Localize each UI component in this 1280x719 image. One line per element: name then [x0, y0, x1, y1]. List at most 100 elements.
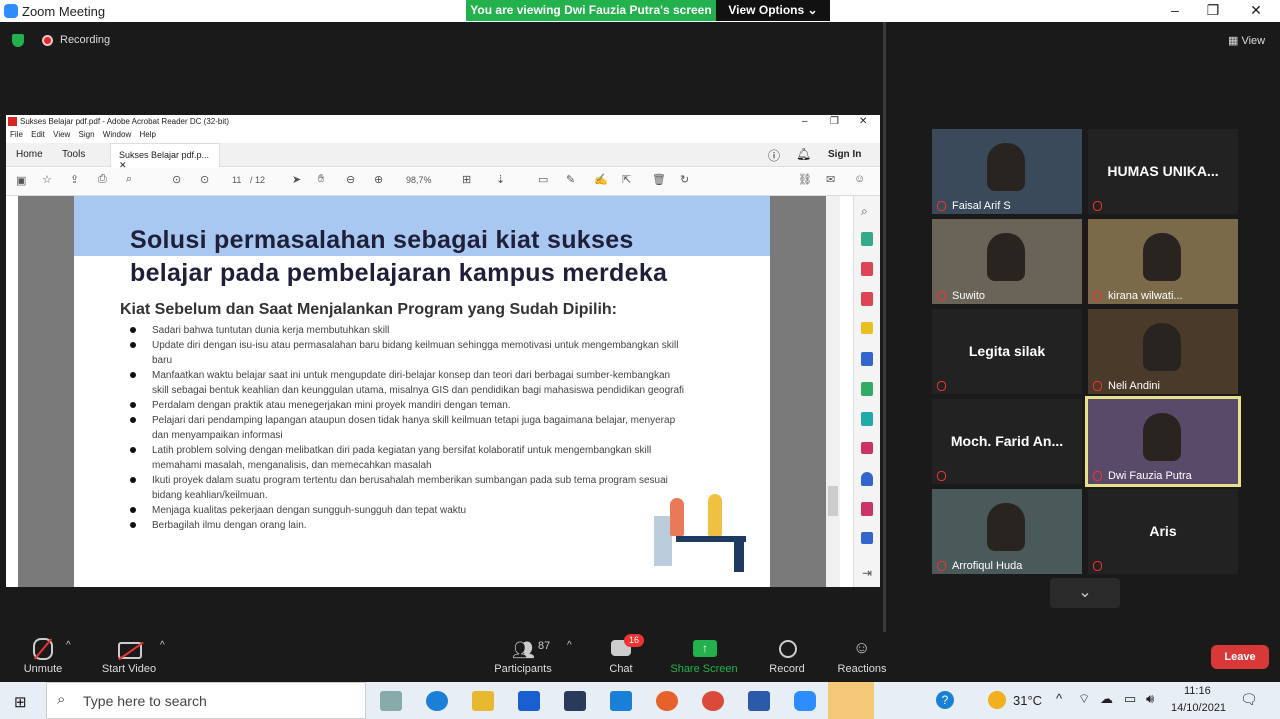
participants-label[interactable]: Participants	[478, 663, 568, 675]
word-icon[interactable]	[748, 691, 770, 711]
participant-tile[interactable]: Faisal Arif S	[932, 129, 1082, 214]
share-screen-icon[interactable]: ↑	[693, 640, 717, 657]
leave-button[interactable]: Leave	[1211, 645, 1269, 669]
file-explorer-icon[interactable]	[472, 691, 494, 711]
participant-tile[interactable]: Arrofiqul Huda	[932, 489, 1082, 574]
scroll-thumb[interactable]	[828, 486, 838, 516]
participant-tile[interactable]: HUMAS UNIKA...	[1088, 129, 1238, 214]
audio-options-chevron[interactable]: ^	[66, 640, 71, 651]
gallery-view-button[interactable]: ▦ View	[1228, 34, 1265, 47]
sign-in-button[interactable]: Sign In	[828, 149, 861, 160]
page-number-input[interactable]: 11	[232, 175, 241, 185]
fit-page-icon[interactable]: ⊞	[462, 173, 471, 186]
firefox-icon[interactable]	[656, 691, 678, 711]
organize-icon[interactable]	[861, 382, 873, 396]
protect-icon[interactable]	[861, 472, 873, 486]
active-app-icon[interactable]	[828, 682, 874, 719]
comment-icon[interactable]: ▭	[538, 173, 548, 186]
pen-icon[interactable]: ✎	[566, 173, 575, 186]
wifi-icon[interactable]: ⌔	[1078, 691, 1090, 707]
close-button[interactable]: ✕	[1246, 2, 1266, 19]
edit-pdf-icon[interactable]	[861, 292, 873, 306]
account-icon[interactable]: ☺	[854, 173, 865, 185]
participant-tile[interactable]: Neli Andini	[1088, 309, 1238, 394]
acrobat-close-button[interactable]: ✕	[859, 116, 867, 127]
sublime-icon[interactable]	[564, 691, 586, 711]
scroll-mode-icon[interactable]: ⇣	[496, 173, 505, 186]
unmute-label[interactable]: Unmute	[0, 663, 88, 675]
share-screen-label[interactable]: Share Screen	[659, 663, 749, 675]
zoom-in-icon[interactable]: ⊕	[374, 173, 383, 186]
share-icon[interactable]: ⇱	[622, 173, 631, 186]
page-down-icon[interactable]: ⊙	[200, 173, 209, 186]
gallery-next-page-button[interactable]: ⌄	[1050, 578, 1120, 608]
acrobat-menu[interactable]: File Edit View Sign Window Help	[10, 130, 156, 139]
scan-icon[interactable]	[861, 412, 873, 426]
volume-icon[interactable]: 🔊︎	[1146, 691, 1154, 707]
windows-start-icon[interactable]: ⊞	[14, 693, 27, 711]
task-view-icon[interactable]	[380, 691, 402, 711]
pdf-scrollbar[interactable]	[826, 196, 840, 587]
video-options-chevron[interactable]: ^	[160, 640, 165, 651]
help-tray-icon[interactable]: ?	[936, 691, 954, 709]
upload-icon[interactable]: ⇪	[70, 173, 79, 186]
send-sign-icon[interactable]	[861, 532, 873, 544]
acrobat-minimize-button[interactable]: –	[802, 116, 808, 127]
tab-document[interactable]: Sukses Belajar pdf.p... ✕	[110, 143, 220, 170]
tab-home[interactable]: Home	[16, 149, 43, 160]
reactions-label[interactable]: Reactions	[817, 663, 907, 675]
record-icon[interactable]	[779, 640, 797, 658]
mail-icon[interactable]	[610, 691, 632, 711]
zoom-taskbar-icon[interactable]	[794, 691, 816, 711]
participant-tile[interactable]: Suwito	[932, 219, 1082, 304]
chat-label[interactable]: Chat	[576, 663, 666, 675]
start-video-label[interactable]: Start Video	[84, 663, 174, 675]
tab-tools[interactable]: Tools	[62, 149, 85, 160]
link-icon[interactable]: ⛓︎	[798, 173, 812, 186]
cloud-icon[interactable]: ☁	[1100, 691, 1113, 707]
reactions-icon[interactable]: ☺	[853, 638, 870, 658]
clock-date[interactable]: 14/10/2021	[1171, 702, 1226, 714]
dropbox-icon[interactable]	[518, 691, 540, 711]
acrobat-maximize-button[interactable]: ❐	[830, 116, 839, 127]
fill-sign-icon[interactable]	[861, 442, 873, 454]
combine-icon[interactable]	[861, 352, 873, 366]
hand-icon[interactable]: ✋︎	[318, 173, 324, 186]
clock-time[interactable]: 11:16	[1184, 685, 1211, 697]
participant-tile[interactable]: Moch. Farid An...	[932, 399, 1082, 484]
participants-icon[interactable]: 👥︎	[512, 640, 535, 661]
participant-tile[interactable]: Dwi Fauzia Putra	[1085, 396, 1241, 487]
expand-panel-icon[interactable]: ⇥	[862, 566, 872, 580]
select-cursor-icon[interactable]: ➤	[292, 173, 301, 186]
bell-icon[interactable]: 🔔︎	[796, 147, 811, 161]
view-options-button[interactable]: View Options ⌄	[716, 0, 830, 21]
minimize-button[interactable]: –	[1165, 2, 1185, 18]
rotate-icon[interactable]: ↻	[680, 173, 689, 186]
comment-tool-icon[interactable]	[861, 322, 873, 334]
email-icon[interactable]: ✉	[826, 173, 835, 186]
panel-divider[interactable]	[883, 22, 886, 632]
print-icon[interactable]: ⎙	[98, 173, 107, 186]
edge-icon[interactable]	[426, 691, 448, 711]
battery-icon[interactable]: ▭	[1124, 691, 1136, 707]
security-shield-icon[interactable]	[12, 34, 24, 47]
star-icon[interactable]: ☆	[42, 173, 52, 186]
participant-tile[interactable]: kirana wilwati...	[1088, 219, 1238, 304]
create-pdf-icon[interactable]	[861, 262, 873, 276]
chrome-icon[interactable]	[702, 691, 724, 711]
trash-icon[interactable]: 🗑︎	[652, 173, 666, 186]
find-icon[interactable]: ⌕	[126, 173, 132, 186]
save-icon[interactable]: ▣	[16, 174, 26, 187]
participant-tile[interactable]: Legita silak	[932, 309, 1082, 394]
zoom-level-select[interactable]: 98,7%	[406, 175, 432, 185]
zoom-tool-icon[interactable]: ⌕	[861, 204, 868, 219]
participants-chevron[interactable]: ^	[567, 640, 572, 651]
zoom-out-icon[interactable]: ⊖	[346, 173, 355, 186]
prepare-form-icon[interactable]	[861, 502, 873, 516]
maximize-button[interactable]: ❐	[1203, 2, 1223, 19]
export-pdf-icon[interactable]	[861, 232, 873, 246]
page-up-icon[interactable]: ⊙	[172, 173, 181, 186]
sign-icon[interactable]: ✍	[594, 173, 608, 186]
help-icon[interactable]: ⓘ	[768, 147, 780, 164]
participant-tile[interactable]: Aris	[1088, 489, 1238, 574]
